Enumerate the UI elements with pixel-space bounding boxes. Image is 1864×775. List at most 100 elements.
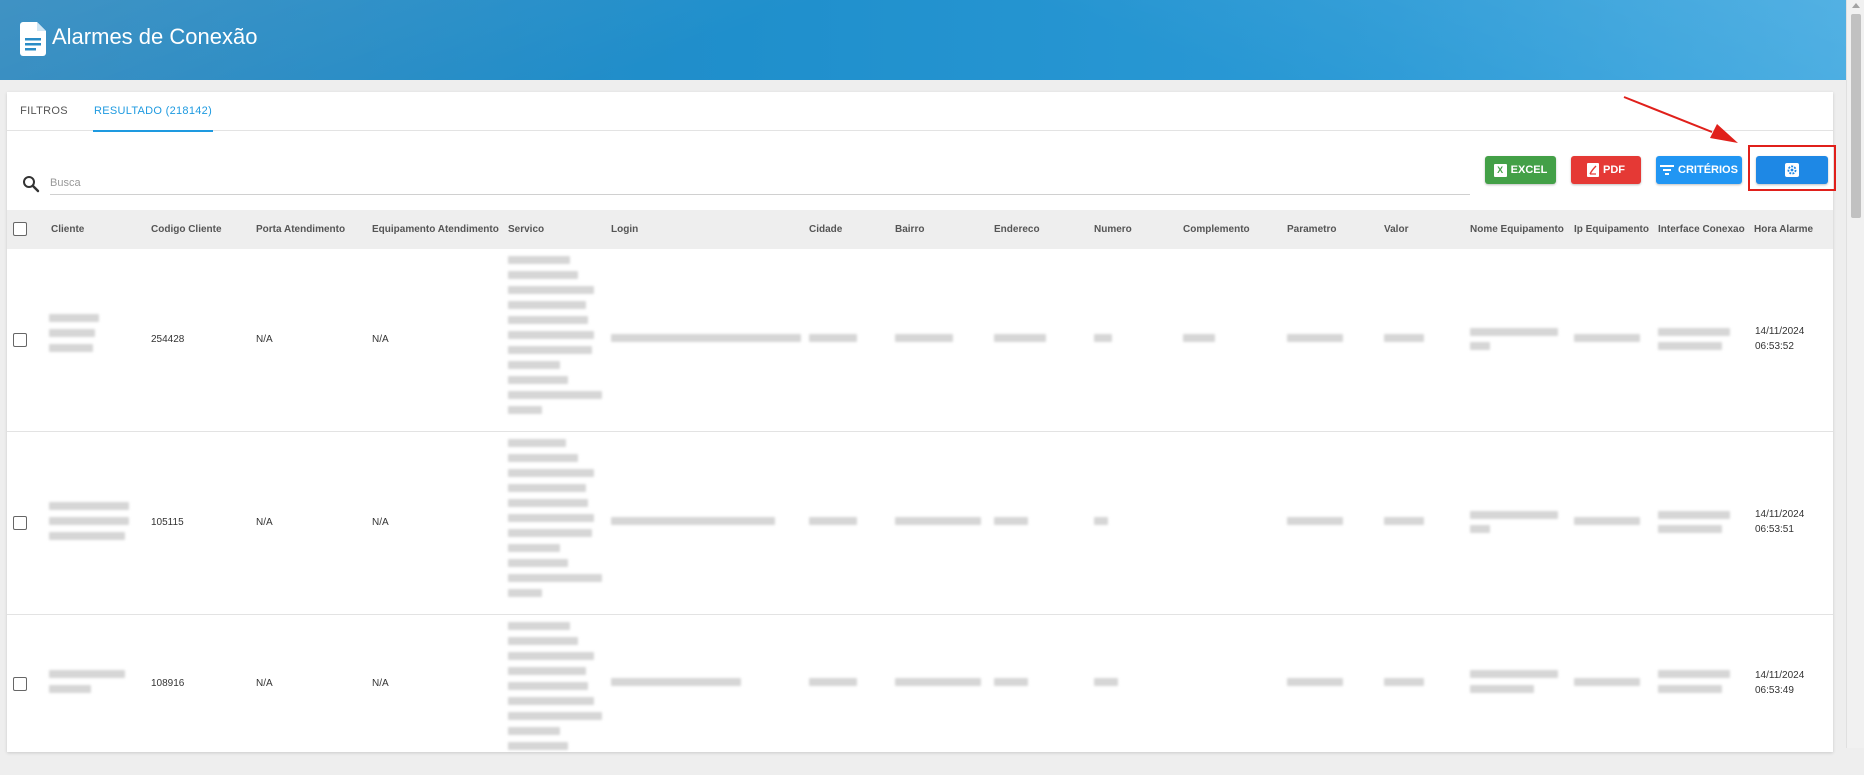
- redacted-text: [49, 532, 125, 540]
- search-input[interactable]: [50, 172, 1470, 195]
- redacted-text: [895, 517, 981, 525]
- column-settings-button[interactable]: [1756, 156, 1828, 184]
- redacted-text: [508, 301, 586, 309]
- redacted-text: [49, 517, 129, 525]
- redacted-text: [49, 329, 95, 337]
- redacted-text: [895, 334, 953, 342]
- search-icon: [23, 176, 40, 193]
- redacted-text: [508, 637, 578, 645]
- column-header[interactable]: Porta Atendimento: [256, 210, 345, 249]
- redacted-text: [1470, 328, 1558, 336]
- page-scrollbar[interactable]: [1846, 0, 1864, 748]
- redacted-text: [49, 502, 129, 510]
- column-header[interactable]: Cidade: [809, 210, 842, 249]
- redacted-text: [49, 670, 125, 678]
- codigo-cliente-cell: 108916: [151, 678, 185, 689]
- redacted-text: [508, 697, 594, 705]
- redacted-text: [508, 544, 560, 552]
- hora-alarme-date: 14/11/2024: [1755, 670, 1805, 681]
- document-icon: [20, 22, 46, 56]
- redacted-text: [1287, 334, 1343, 342]
- redacted-text: [508, 514, 594, 522]
- porta-atendimento-cell: N/A: [256, 334, 273, 345]
- redacted-text: [1094, 334, 1112, 342]
- redacted-text: [994, 678, 1028, 686]
- export-pdf-button[interactable]: PDF: [1571, 156, 1641, 184]
- redacted-text: [508, 361, 560, 369]
- tab-resultado[interactable]: RESULTADO (218142): [93, 92, 213, 132]
- redacted-text: [508, 499, 588, 507]
- redacted-text: [1574, 678, 1640, 686]
- redacted-text: [508, 406, 542, 414]
- redacted-text: [895, 678, 981, 686]
- redacted-text: [508, 346, 592, 354]
- redacted-text: [1470, 342, 1490, 350]
- criteria-label: CRITÉRIOS: [1678, 164, 1738, 176]
- redacted-text: [809, 334, 857, 342]
- export-excel-button[interactable]: X EXCEL: [1485, 156, 1556, 184]
- redacted-text: [1384, 678, 1424, 686]
- codigo-cliente-cell: 254428: [151, 334, 185, 345]
- redacted-text: [1658, 328, 1730, 336]
- column-header[interactable]: Ip Equipamento: [1574, 210, 1649, 249]
- equipamento-atendimento-cell: N/A: [372, 678, 389, 689]
- redacted-text: [508, 316, 588, 324]
- column-header[interactable]: Numero: [1094, 210, 1132, 249]
- equipamento-atendimento-cell: N/A: [372, 334, 389, 345]
- row-checkbox[interactable]: [13, 516, 27, 530]
- table-row[interactable]: 108916 N/A N/A 14/11/2024 06:53:49: [7, 615, 1833, 775]
- column-header[interactable]: Login: [611, 210, 638, 249]
- redacted-text: [508, 439, 566, 447]
- redacted-text: [611, 334, 801, 342]
- redacted-text: [1658, 342, 1722, 350]
- redacted-text: [1470, 511, 1558, 519]
- redacted-text: [1287, 517, 1343, 525]
- column-header[interactable]: Interface Conexao: [1658, 210, 1745, 249]
- scrollbar-thumb[interactable]: [1851, 14, 1861, 218]
- column-header[interactable]: Cliente: [51, 210, 84, 249]
- redacted-text: [508, 376, 568, 384]
- column-header[interactable]: Valor: [1384, 210, 1408, 249]
- column-header[interactable]: Codigo Cliente: [151, 210, 222, 249]
- redacted-text: [994, 517, 1028, 525]
- row-checkbox[interactable]: [13, 333, 27, 347]
- hora-alarme-time: 06:53:51: [1755, 524, 1794, 535]
- scroll-up-arrow-icon[interactable]: [1852, 3, 1860, 8]
- tab-bar: FILTROS RESULTADO (218142): [7, 92, 1833, 132]
- redacted-text: [508, 391, 602, 399]
- row-checkbox[interactable]: [13, 677, 27, 691]
- table-row[interactable]: 254428 N/A N/A 14/11/2024 06:53:52: [7, 249, 1833, 432]
- column-header[interactable]: Hora Alarme: [1754, 210, 1813, 249]
- redacted-text: [508, 271, 578, 279]
- filter-lines-icon: [1660, 165, 1675, 175]
- redacted-text: [508, 742, 568, 750]
- column-header[interactable]: Complemento: [1183, 210, 1250, 249]
- select-all-checkbox[interactable]: [13, 222, 27, 236]
- column-header[interactable]: Bairro: [895, 210, 924, 249]
- redacted-text: [508, 652, 594, 660]
- redacted-text: [1658, 525, 1722, 533]
- column-header[interactable]: Servico: [508, 210, 544, 249]
- column-header[interactable]: Endereco: [994, 210, 1040, 249]
- column-header[interactable]: Equipamento Atendimento: [372, 210, 499, 249]
- table-row[interactable]: 105115 N/A N/A 14/11/2024 06:53:51: [7, 432, 1833, 615]
- equipamento-atendimento-cell: N/A: [372, 517, 389, 528]
- redacted-text: [1384, 334, 1424, 342]
- column-header[interactable]: Nome Equipamento: [1470, 210, 1564, 249]
- redacted-text: [508, 712, 602, 720]
- redacted-text: [994, 334, 1046, 342]
- redacted-text: [508, 331, 594, 339]
- export-pdf-label: PDF: [1603, 164, 1625, 176]
- redacted-text: [508, 574, 602, 582]
- redacted-text: [508, 667, 586, 675]
- criteria-button[interactable]: CRITÉRIOS: [1656, 156, 1742, 184]
- column-header[interactable]: Parametro: [1287, 210, 1336, 249]
- redacted-text: [1470, 670, 1558, 678]
- tab-filtros[interactable]: FILTROS: [17, 92, 71, 130]
- redacted-text: [809, 517, 857, 525]
- porta-atendimento-cell: N/A: [256, 678, 273, 689]
- hora-alarme-time: 06:53:49: [1755, 685, 1794, 696]
- excel-icon: X: [1493, 163, 1507, 177]
- redacted-text: [508, 286, 594, 294]
- redacted-text: [1287, 678, 1343, 686]
